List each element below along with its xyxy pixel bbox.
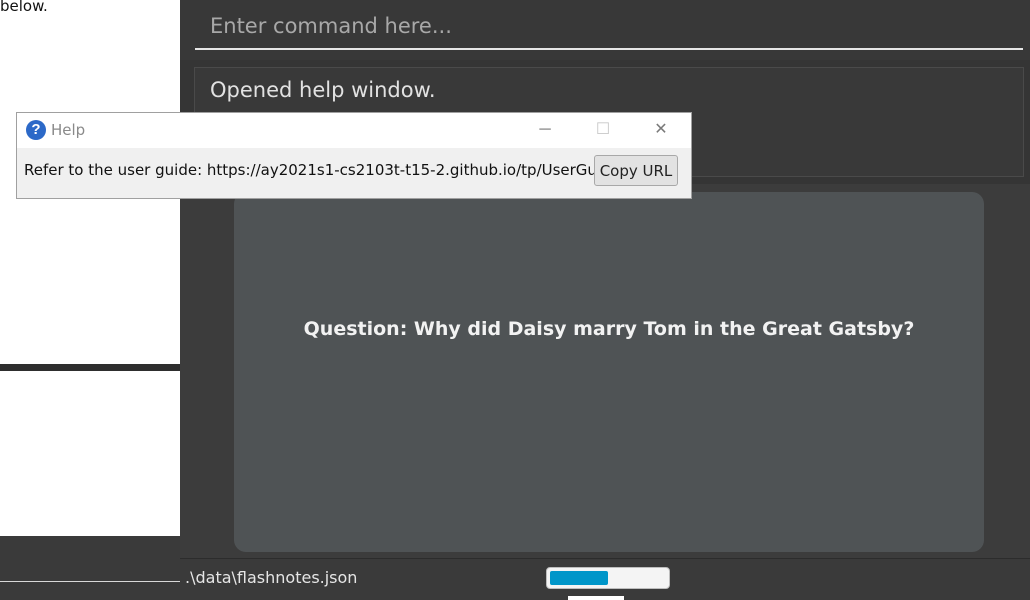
left-pane-text: below.	[0, 0, 48, 15]
copy-url-button[interactable]: Copy URL	[594, 155, 678, 186]
help-window-title: Help	[51, 121, 86, 139]
progress-bar-fill	[550, 571, 608, 585]
result-message: Opened help window.	[210, 78, 436, 102]
help-message: Refer to the user guide: https://ay2021s…	[24, 161, 659, 179]
command-input[interactable]	[195, 4, 1023, 50]
close-button[interactable]: ✕	[632, 113, 690, 147]
flashcard-question: Question: Why did Daisy marry Tom in the…	[303, 318, 915, 340]
question-mark-icon: ?	[26, 120, 46, 140]
save-location-path: .\data\flashnotes.json	[185, 568, 358, 587]
maximize-button[interactable]: ☐	[574, 113, 632, 147]
minimize-button[interactable]: ─	[516, 113, 574, 147]
left-pane-divider[interactable]	[0, 364, 180, 371]
taskbar-fragment	[568, 596, 624, 600]
left-footer	[0, 536, 180, 600]
flashcard[interactable]	[234, 192, 984, 552]
left-lower-pane	[0, 371, 180, 536]
left-footer-divider	[0, 581, 180, 582]
